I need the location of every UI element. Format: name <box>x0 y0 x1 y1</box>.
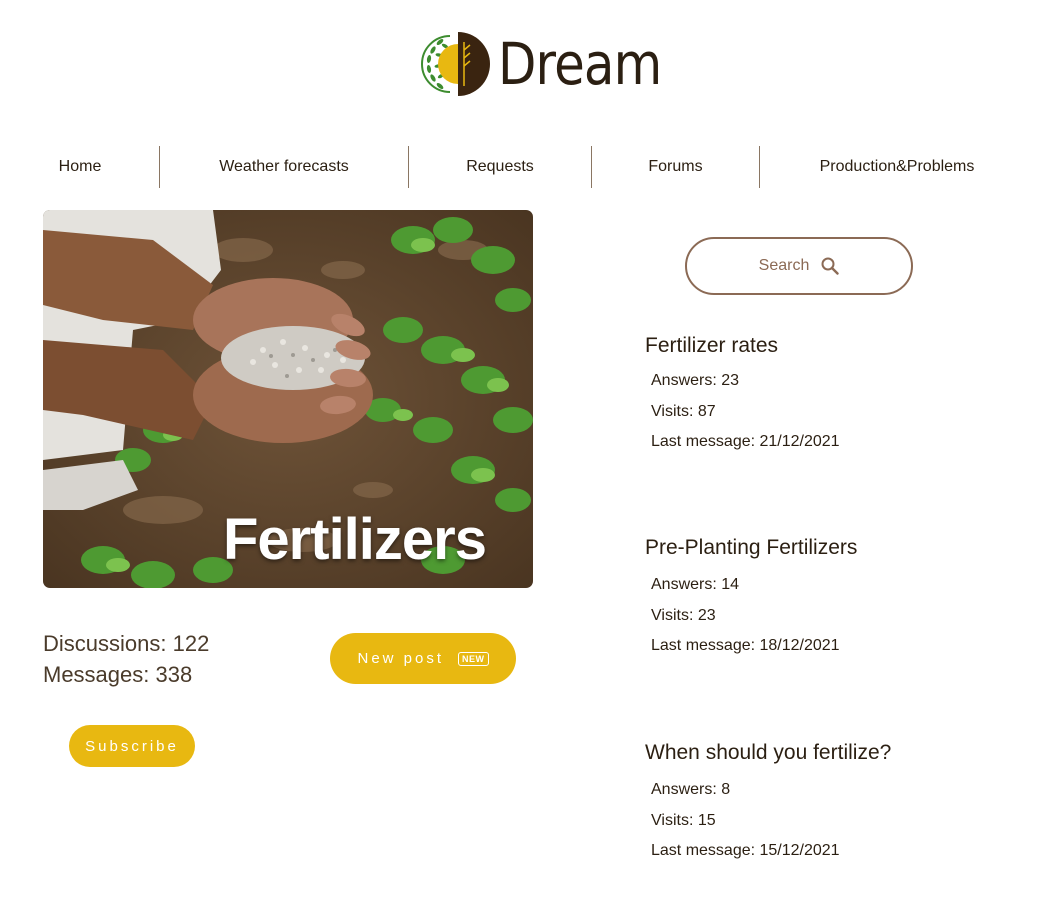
topic-title[interactable]: Fertilizer rates <box>645 334 840 358</box>
new-post-button[interactable]: New post NEW <box>330 633 516 684</box>
main-nav: Home Weather forecasts Requests Forums P… <box>0 146 1042 188</box>
subscribe-button[interactable]: Subscribe <box>69 725 195 767</box>
topic-visits: Visits: 15 <box>651 811 716 829</box>
nav-production-problems[interactable]: Production&Problems <box>760 146 1034 188</box>
topic-answers: Answers: 23 <box>651 372 740 389</box>
topic-visits: Visits: 87 <box>651 402 716 420</box>
nav-weather-forecasts[interactable]: Weather forecasts <box>160 146 408 188</box>
topic-answers: Answers: 8 <box>651 781 731 798</box>
topic-item: Fertilizer rates Answers: 23 Visits: 87 … <box>645 334 840 458</box>
topic-last-message: Last message: 18/12/2021 <box>651 637 840 654</box>
topic-visits: Visits: 23 <box>651 606 716 624</box>
new-post-label: New post <box>357 650 445 667</box>
new-badge-icon: NEW <box>458 651 489 666</box>
search-label: Search <box>758 257 810 274</box>
category-hero-image: Fertilizers <box>43 210 533 588</box>
topic-title[interactable]: When should you fertilize? <box>645 741 891 765</box>
topic-answers: Answers: 14 <box>651 576 740 593</box>
nav-forums[interactable]: Forums <box>592 146 759 188</box>
leaf-wheat-logo-icon <box>421 32 490 96</box>
topic-last-message: Last message: 21/12/2021 <box>651 433 840 450</box>
discussions-count: Discussions: 122 <box>43 631 210 656</box>
topic-last-message: Last message: 15/12/2021 <box>651 842 840 859</box>
brand-name: Dream <box>498 30 662 98</box>
topic-title[interactable]: Pre-Planting Fertilizers <box>645 536 857 560</box>
category-stats: Discussions: 122 Messages: 338 <box>43 628 209 690</box>
topic-item: When should you fertilize? Answers: 8 Vi… <box>645 741 891 867</box>
search-button[interactable]: Search <box>685 237 913 295</box>
messages-count: Messages: 338 <box>43 662 193 687</box>
category-title: Fertilizers <box>223 507 487 572</box>
nav-requests[interactable]: Requests <box>409 146 591 188</box>
topic-item: Pre-Planting Fertilizers Answers: 14 Vis… <box>645 536 857 662</box>
brand-logo[interactable]: Dream <box>420 28 688 100</box>
search-icon <box>821 257 840 275</box>
nav-home[interactable]: Home <box>20 146 140 188</box>
